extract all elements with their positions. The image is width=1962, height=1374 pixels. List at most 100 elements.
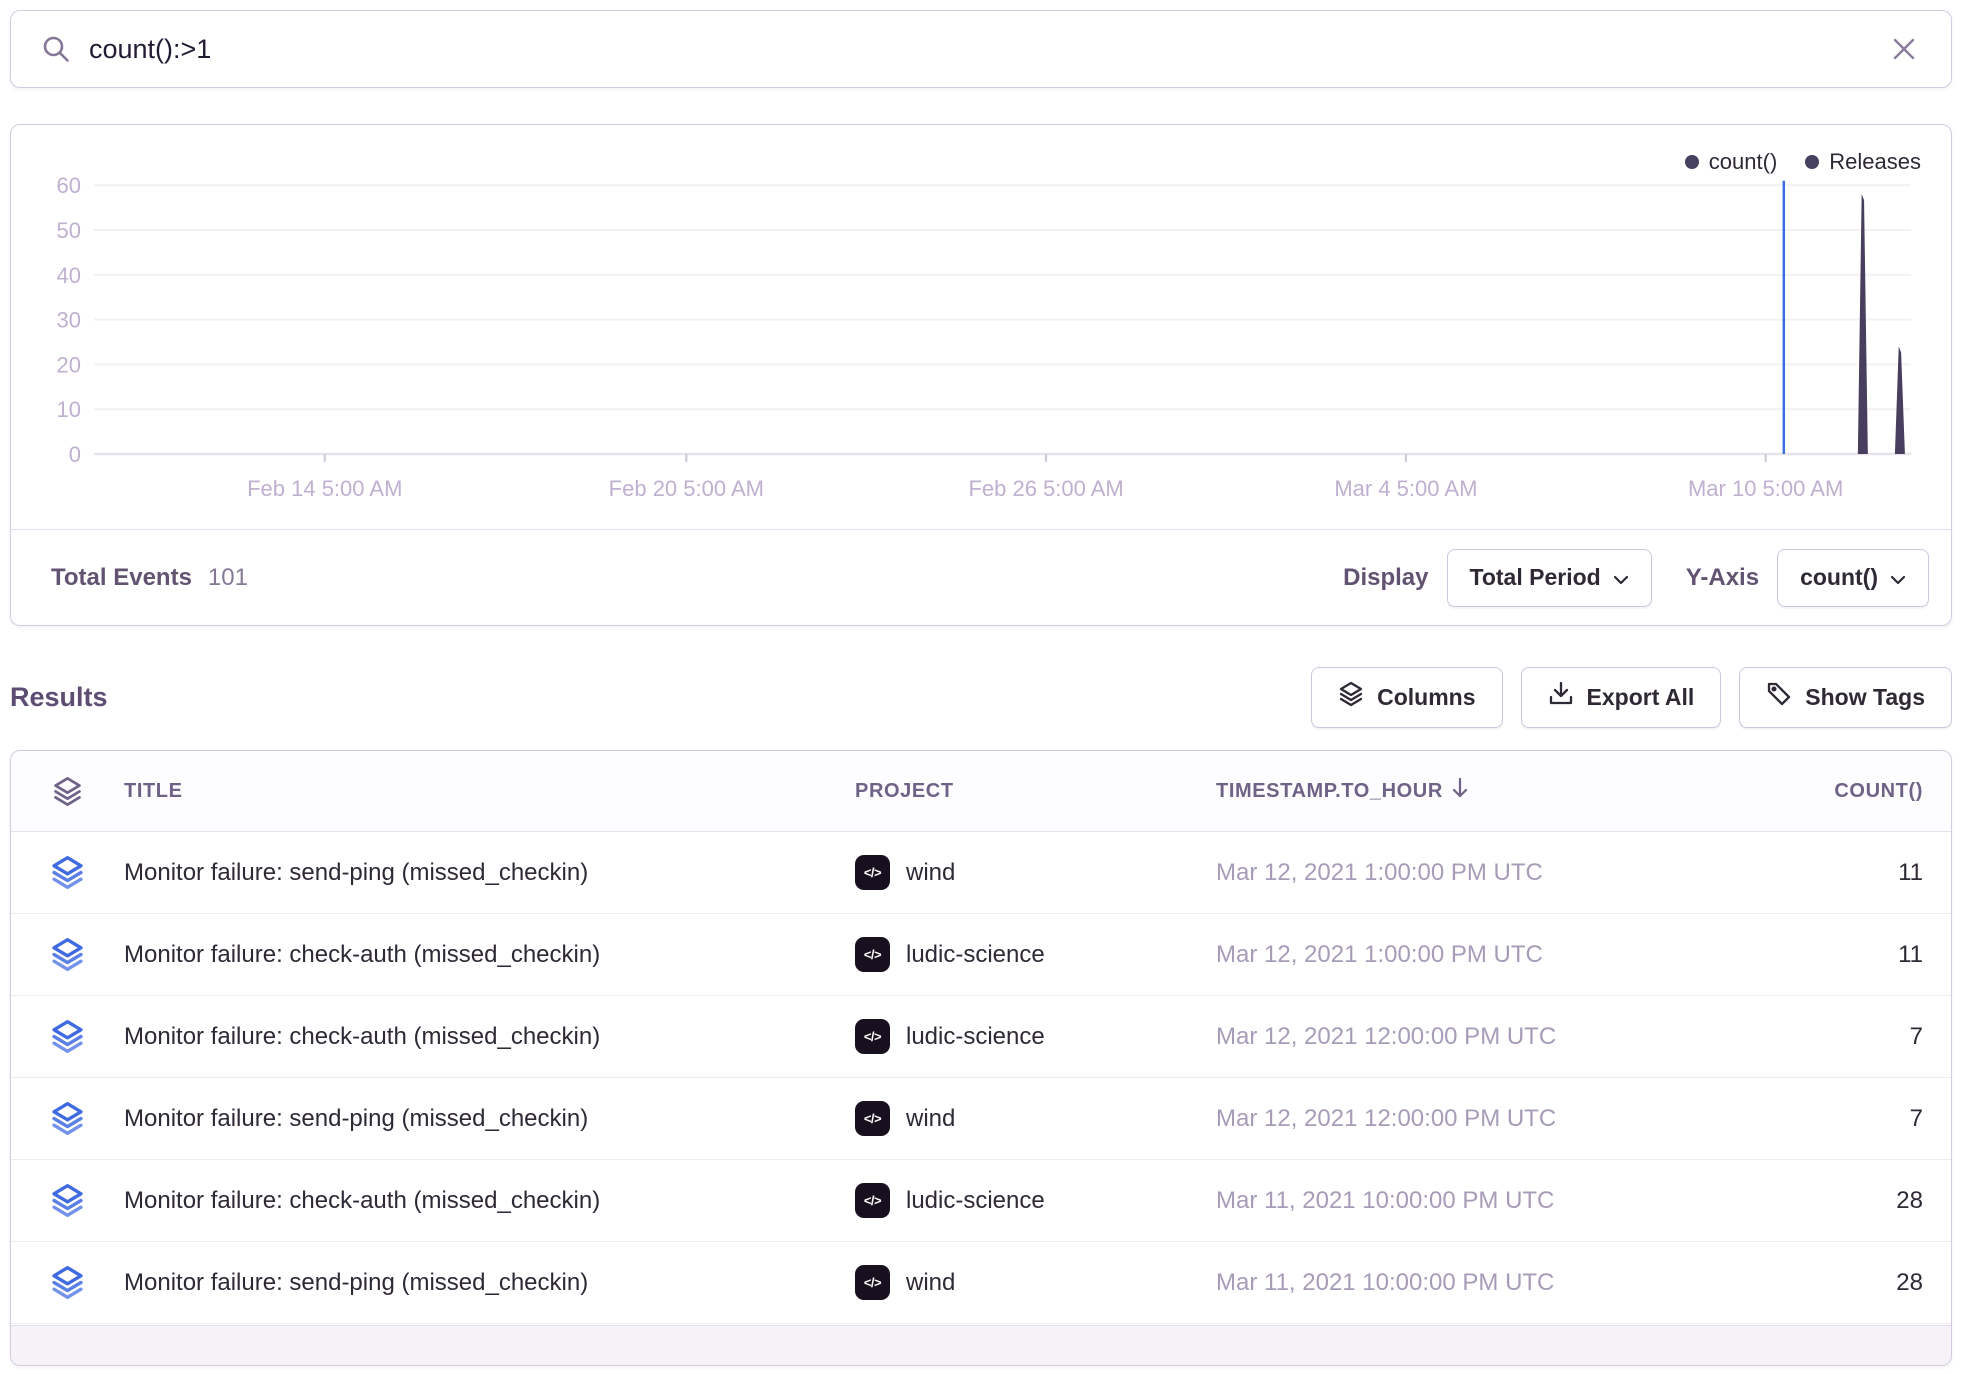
events-chart[interactable]: 0102030405060Feb 14 5:00 AMFeb 20 5:00 A…	[11, 125, 1950, 529]
table-footer	[11, 1325, 1951, 1365]
tag-icon	[1766, 681, 1792, 713]
event-stack-icon[interactable]	[11, 1101, 124, 1136]
count-cell: 7	[1736, 1105, 1951, 1133]
chevron-down-icon	[1890, 564, 1906, 591]
svg-text:0: 0	[69, 442, 81, 467]
event-stack-icon[interactable]	[11, 1019, 124, 1054]
columns-icon	[1338, 681, 1364, 713]
timestamp-cell: Mar 12, 2021 12:00:00 PM UTC	[1216, 1105, 1736, 1133]
event-title-link[interactable]: Monitor failure: send-ping (missed_check…	[124, 1269, 855, 1297]
releases-legend-dot	[1805, 155, 1819, 169]
table-row: Monitor failure: check-auth (missed_chec…	[11, 914, 1951, 996]
column-header-project[interactable]: PROJECT	[855, 780, 1216, 803]
svg-text:60: 60	[57, 173, 81, 198]
svg-text:Feb 26 5:00 AM: Feb 26 5:00 AM	[968, 476, 1123, 501]
column-header-count[interactable]: COUNT()	[1736, 780, 1951, 803]
stack-icon	[11, 776, 124, 807]
svg-text:Feb 14 5:00 AM: Feb 14 5:00 AM	[247, 476, 402, 501]
event-stack-icon[interactable]	[11, 1183, 124, 1218]
timestamp-cell: Mar 12, 2021 1:00:00 PM UTC	[1216, 941, 1736, 969]
project-name: wind	[906, 1269, 955, 1297]
table-body: Monitor failure: send-ping (missed_check…	[11, 832, 1951, 1324]
project-platform-icon: </>	[855, 1183, 890, 1218]
yaxis-label: Y-Axis	[1686, 564, 1759, 592]
event-stack-icon[interactable]	[11, 855, 124, 890]
columns-button[interactable]: Columns	[1311, 667, 1502, 728]
project-platform-icon: </>	[855, 1019, 890, 1054]
yaxis-dropdown[interactable]: count()	[1777, 549, 1929, 607]
display-label: Display	[1343, 564, 1428, 592]
search-bar	[10, 10, 1952, 88]
project-cell[interactable]: </> ludic-science	[855, 1183, 1216, 1218]
show-tags-button[interactable]: Show Tags	[1739, 667, 1952, 728]
project-cell[interactable]: </> ludic-science	[855, 937, 1216, 972]
results-header: Results Columns Export All	[10, 664, 1952, 730]
yaxis-dropdown-value: count()	[1800, 564, 1878, 591]
project-name: wind	[906, 1105, 955, 1133]
column-header-timestamp[interactable]: TIMESTAMP.TO_HOUR	[1216, 777, 1736, 805]
svg-text:10: 10	[57, 397, 81, 422]
count-legend-dot	[1685, 155, 1699, 169]
results-table-panel: TITLE PROJECT TIMESTAMP.TO_HOUR COUNT() …	[10, 750, 1952, 1366]
event-title-link[interactable]: Monitor failure: send-ping (missed_check…	[124, 859, 855, 887]
legend-item-count[interactable]: count()	[1685, 149, 1777, 175]
table-row: Monitor failure: send-ping (missed_check…	[11, 1078, 1951, 1160]
project-name: ludic-science	[906, 1023, 1045, 1051]
project-name: ludic-science	[906, 1187, 1045, 1215]
timestamp-cell: Mar 11, 2021 10:00:00 PM UTC	[1216, 1269, 1736, 1297]
event-stack-icon[interactable]	[11, 937, 124, 972]
timestamp-cell: Mar 11, 2021 10:00:00 PM UTC	[1216, 1187, 1736, 1215]
table-row: Monitor failure: check-auth (missed_chec…	[11, 1160, 1951, 1242]
svg-text:Feb 20 5:00 AM: Feb 20 5:00 AM	[609, 476, 764, 501]
event-title-link[interactable]: Monitor failure: check-auth (missed_chec…	[124, 941, 855, 969]
events-chart-panel: 0102030405060Feb 14 5:00 AMFeb 20 5:00 A…	[10, 124, 1952, 626]
column-header-title[interactable]: TITLE	[124, 780, 855, 803]
project-platform-icon: </>	[855, 937, 890, 972]
project-name: ludic-science	[906, 941, 1045, 969]
project-cell[interactable]: </> wind	[855, 1265, 1216, 1300]
columns-button-label: Columns	[1377, 684, 1475, 711]
svg-text:50: 50	[57, 218, 81, 243]
display-dropdown[interactable]: Total Period	[1447, 549, 1652, 607]
search-icon	[41, 34, 71, 64]
legend-label: count()	[1709, 149, 1777, 175]
project-cell[interactable]: </> wind	[855, 1101, 1216, 1136]
close-icon[interactable]	[1887, 32, 1921, 66]
project-cell[interactable]: </> ludic-science	[855, 1019, 1216, 1054]
count-cell: 11	[1736, 859, 1951, 887]
timestamp-cell: Mar 12, 2021 12:00:00 PM UTC	[1216, 1023, 1736, 1051]
sort-desc-icon	[1451, 777, 1469, 805]
table-row: Monitor failure: send-ping (missed_check…	[11, 1242, 1951, 1324]
svg-text:20: 20	[57, 352, 81, 377]
event-title-link[interactable]: Monitor failure: check-auth (missed_chec…	[124, 1023, 855, 1051]
legend-label: Releases	[1829, 149, 1921, 175]
svg-text:Mar 10 5:00 AM: Mar 10 5:00 AM	[1688, 476, 1843, 501]
table-header-row: TITLE PROJECT TIMESTAMP.TO_HOUR COUNT()	[11, 751, 1951, 832]
search-input[interactable]	[89, 34, 1887, 65]
count-cell: 7	[1736, 1023, 1951, 1051]
total-events-value: 101	[208, 564, 248, 592]
export-all-button-label: Export All	[1587, 684, 1695, 711]
event-title-link[interactable]: Monitor failure: send-ping (missed_check…	[124, 1105, 855, 1133]
project-platform-icon: </>	[855, 1101, 890, 1136]
project-platform-icon: </>	[855, 855, 890, 890]
count-cell: 11	[1736, 941, 1951, 969]
count-cell: 28	[1736, 1187, 1951, 1215]
export-all-button[interactable]: Export All	[1521, 667, 1722, 728]
project-platform-icon: </>	[855, 1265, 890, 1300]
chevron-down-icon	[1613, 564, 1629, 591]
event-stack-icon[interactable]	[11, 1265, 124, 1300]
table-row: Monitor failure: check-auth (missed_chec…	[11, 996, 1951, 1078]
project-cell[interactable]: </> wind	[855, 855, 1216, 890]
download-icon	[1548, 681, 1574, 713]
chart-legend: count() Releases	[1685, 149, 1921, 175]
total-events-label: Total Events	[51, 564, 192, 592]
svg-text:Mar 4 5:00 AM: Mar 4 5:00 AM	[1334, 476, 1477, 501]
show-tags-button-label: Show Tags	[1805, 684, 1925, 711]
display-dropdown-value: Total Period	[1470, 564, 1601, 591]
project-name: wind	[906, 859, 955, 887]
results-title: Results	[10, 682, 108, 713]
event-title-link[interactable]: Monitor failure: check-auth (missed_chec…	[124, 1187, 855, 1215]
legend-item-releases[interactable]: Releases	[1805, 149, 1921, 175]
svg-text:30: 30	[57, 308, 81, 333]
